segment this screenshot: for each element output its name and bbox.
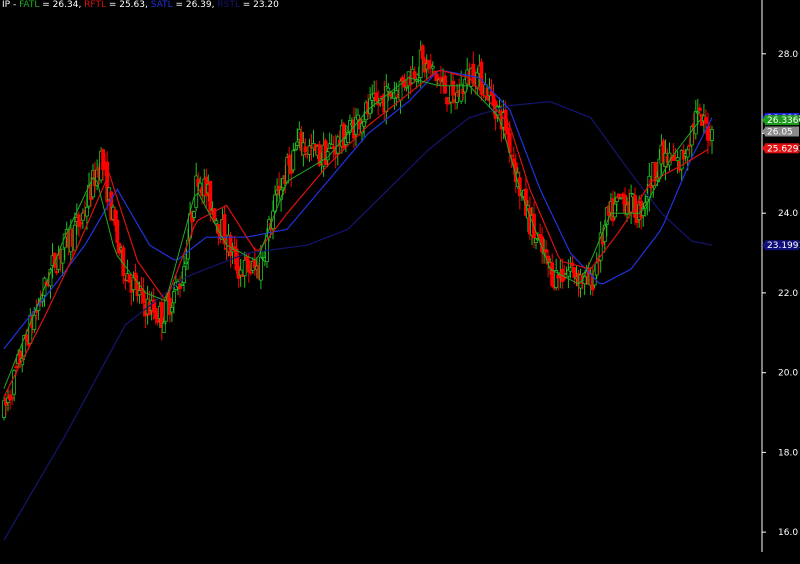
candle-body: [374, 92, 379, 102]
candle-body: [430, 65, 435, 69]
candle-body: [295, 141, 300, 146]
candle-body: [544, 249, 548, 253]
candle-body: [192, 211, 197, 218]
candle-body: [184, 261, 189, 265]
candle-body: [704, 117, 708, 124]
candle-body: [386, 87, 391, 92]
candle-body: [404, 86, 409, 89]
candle-body: [81, 212, 85, 221]
candle-body: [479, 61, 484, 95]
y-tick-label: 18.0: [778, 448, 798, 458]
candle-body: [594, 262, 599, 276]
candle-body: [291, 150, 296, 171]
candle-body: [242, 259, 247, 277]
candle-body: [258, 256, 263, 281]
candle-body: [443, 75, 447, 94]
candle-body: [115, 219, 120, 243]
candle-body: [420, 45, 425, 59]
candle-body: [10, 397, 15, 400]
candle-body: [303, 146, 308, 153]
candle-body: [248, 271, 253, 274]
candle-body: [161, 322, 166, 333]
candle-body: [273, 194, 278, 212]
indicator-line-rstl: [3, 100, 713, 541]
price-tag-label: 26.05: [767, 128, 793, 138]
candle-body: [572, 267, 577, 278]
candle-body: [244, 256, 249, 261]
candle-body: [613, 203, 617, 218]
candle-body: [556, 274, 561, 279]
candle-body: [471, 63, 476, 84]
price-tag-label: 23.1991: [767, 241, 800, 251]
candle-body: [60, 248, 65, 264]
candle-body: [169, 306, 174, 313]
y-tick-label: 22.0: [778, 289, 798, 299]
candle-body: [412, 71, 417, 79]
candle-body: [675, 157, 680, 162]
y-tick-label: 20.0: [778, 369, 798, 379]
candle-body: [693, 111, 698, 135]
candle-body: [568, 267, 573, 272]
candle-body: [698, 107, 702, 111]
price-tag-label: 25.6293: [767, 144, 800, 154]
candle-body: [54, 271, 59, 274]
candle-body: [127, 273, 132, 283]
candle-body: [451, 80, 456, 96]
indicator-lines: [3, 69, 713, 541]
candle-body: [619, 197, 623, 200]
candle-body: [246, 260, 251, 273]
price-chart[interactable]: 16.018.020.022.024.026.028.0 26.389826.3…: [0, 0, 800, 564]
candle-body: [79, 222, 83, 225]
candle-body: [180, 283, 184, 286]
candle-body: [14, 366, 19, 368]
y-tick-label: 16.0: [778, 528, 798, 538]
candle-body: [72, 224, 77, 251]
candle-body: [710, 129, 714, 141]
candle-body: [214, 220, 219, 225]
candle-body: [171, 291, 176, 304]
candle-body: [153, 307, 158, 319]
price-tags: 26.389826.336626.0525.629323.1991: [762, 113, 800, 251]
candle-body: [362, 121, 367, 127]
candle-body: [293, 148, 298, 151]
candle-body: [85, 206, 89, 217]
candle-body: [685, 149, 690, 158]
candle-body: [497, 106, 502, 109]
candle-body: [368, 98, 373, 114]
candle-body: [141, 290, 146, 304]
price-tag-label: 26.3366: [767, 116, 800, 126]
candle-body: [32, 314, 37, 330]
candle-body: [695, 111, 700, 114]
y-tick-label: 28.0: [778, 50, 798, 60]
candle-body: [76, 214, 81, 227]
candle-body: [155, 319, 160, 323]
candle-body: [228, 235, 233, 257]
y-tick-label: 24.0: [778, 209, 798, 219]
candle-body: [137, 290, 142, 296]
candle-body: [550, 262, 555, 287]
candle-body: [208, 180, 213, 212]
